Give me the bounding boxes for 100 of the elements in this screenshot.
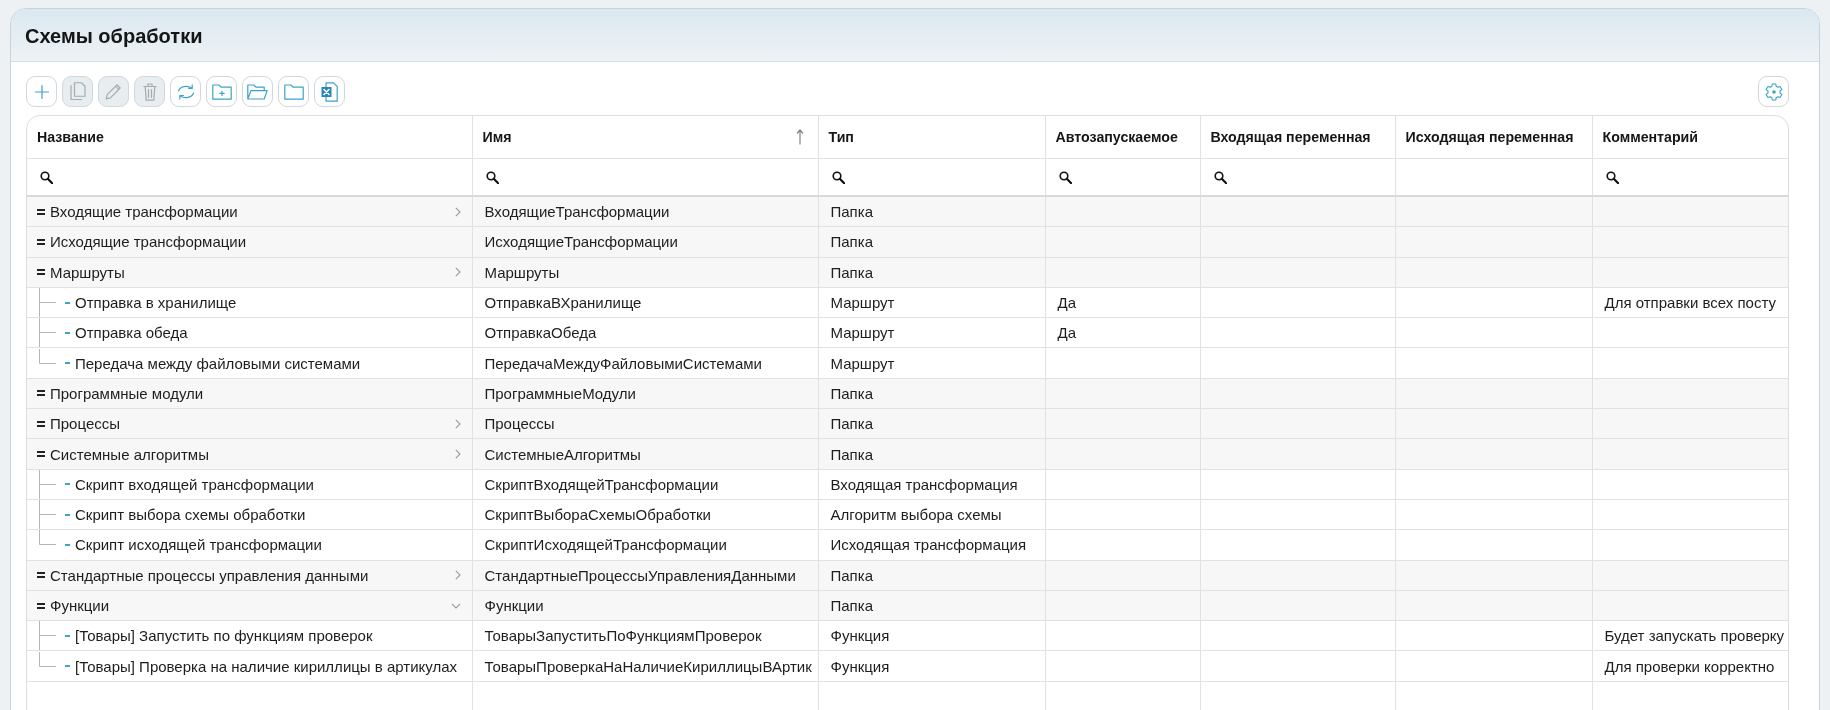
table-row[interactable]: Функции Функции Папка <box>27 590 1788 621</box>
table-cell: Будет запускать проверку <box>1592 620 1788 651</box>
item-title: Скрипт выбора схемы обработки <box>75 506 306 524</box>
tree-connector <box>39 469 57 499</box>
table-cell: ОтправкаОбеда <box>472 317 818 348</box>
item-title: Скрипт исходящей трансформации <box>75 536 322 554</box>
column-header[interactable]: Автозапускаемое <box>1045 116 1200 159</box>
dash-icon <box>65 483 70 486</box>
table-cell: Маршрут <box>818 287 1045 318</box>
table-row[interactable]: [Товары] Запустить по функциям проверок ТоварыЗапуститьПоФункциямПроверок Функция Будет запускать проверку <box>27 620 1788 651</box>
table-row[interactable]: Скрипт выбора схемы обработки СкриптВыбораСхемыОбработки Алгоритм выбора схемы <box>27 499 1788 530</box>
dash-icon <box>65 301 70 304</box>
item-title: Входящие трансформации <box>50 203 238 221</box>
chevron-right-icon[interactable] <box>454 570 461 581</box>
column-header[interactable]: Название <box>27 116 472 159</box>
table-cell: ПрограммныеМодули <box>472 378 818 409</box>
item-title: [Товары] Запустить по функциям проверок <box>75 627 373 645</box>
item-title: [Товары] Проверка на наличие кириллицы в артикулах <box>75 657 458 675</box>
table-row[interactable]: Стандартные процессы управления данными СтандартныеПроцессыУправленияДанными Папка <box>27 560 1788 591</box>
column-header[interactable]: Комментарий <box>1592 116 1788 159</box>
page-title: Схемы обработки <box>25 25 203 48</box>
drag-handle-icon <box>37 208 45 215</box>
table-cell: Функция <box>818 650 1045 682</box>
table-row[interactable]: Скрипт исходящей трансформации СкриптИсходящейТрансформации Исходящая трансформация <box>27 529 1788 561</box>
spreadsheet-icon <box>321 81 338 102</box>
item-title: Исходящие трансформации <box>50 233 247 251</box>
folder-icon <box>283 83 304 100</box>
add-button[interactable] <box>26 76 57 107</box>
table-row[interactable]: Маршруты Маршруты Папка <box>27 257 1788 288</box>
dash-icon <box>65 665 70 668</box>
drag-handle-icon <box>37 420 45 427</box>
folder-plus-icon <box>211 83 232 100</box>
dash-icon <box>65 513 70 516</box>
dash-icon <box>65 331 70 334</box>
column-header[interactable]: Тип <box>818 116 1045 159</box>
chevron-right-icon[interactable] <box>454 449 461 459</box>
settings-button[interactable] <box>1758 76 1789 107</box>
table-cell: Маршруты <box>472 257 818 288</box>
tree-connector <box>39 288 57 318</box>
table-row[interactable]: Передача между файловыми системами ПередачаМеждуФайловымиСистемами Маршрут <box>27 348 1788 379</box>
table-row[interactable]: Входящие трансформации ВходящиеТрансформации Папка <box>27 196 1788 227</box>
chevron-right-icon[interactable] <box>454 206 461 217</box>
dash-icon <box>65 634 70 637</box>
plus-icon <box>33 83 50 100</box>
table-cell: Функции <box>472 590 818 621</box>
drag-handle-icon <box>37 572 45 579</box>
table-cell: Входящая трансформация <box>818 469 1045 500</box>
trash-icon <box>142 82 157 101</box>
table-cell: Функция <box>818 620 1045 651</box>
table-cell: Папка <box>818 438 1045 470</box>
table-row[interactable]: Процессы Процессы Папка <box>27 408 1788 439</box>
item-title: Функции <box>50 597 110 614</box>
table-cell: ПередачаМеждуФайловымиСистемами <box>472 348 818 379</box>
table-cell: ИсходящиеТрансформации <box>472 226 818 258</box>
drag-handle-icon <box>37 451 45 457</box>
chevron-right-icon[interactable] <box>454 267 461 278</box>
search-icon <box>1605 170 1619 184</box>
table-cell: Папка <box>818 257 1045 288</box>
item-title: Программные модули <box>50 384 204 402</box>
table-cell: Для отправки всех посту <box>1592 287 1788 318</box>
search-icon <box>1058 170 1072 184</box>
table-cell: Маршрут <box>818 317 1045 348</box>
item-title: Стандартные процессы управления данными <box>50 566 369 584</box>
table-cell: Папка <box>818 560 1045 591</box>
table-row[interactable]: Системные алгоритмы СистемныеАлгоритмы Папка <box>27 438 1788 470</box>
table-cell: Папка <box>818 196 1045 227</box>
table-row[interactable]: [Товары] Проверка на наличие кириллицы в артикулах ТоварыПроверкаНаНаличиеКириллицыВАртик Функция Для проверки корректно <box>27 650 1788 682</box>
search-icon <box>831 170 845 184</box>
new-folder-button[interactable] <box>206 76 237 107</box>
refresh-icon <box>175 83 196 100</box>
table-cell: Для проверки корректно <box>1592 650 1788 682</box>
drag-handle-icon <box>37 238 45 245</box>
item-title: Процессы <box>50 415 120 433</box>
item-title: Скрипт входящей трансформации <box>75 475 314 493</box>
drag-handle-icon <box>37 602 45 609</box>
table-cell: СистемныеАлгоритмы <box>472 438 818 470</box>
open-folder-button[interactable] <box>242 76 273 107</box>
table-cell: СкриптВыбораСхемыОбработки <box>472 499 818 530</box>
table-cell: Алгоритм выбора схемы <box>818 499 1045 530</box>
table-row[interactable]: Отправка в хранилище ОтправкаВХранилище Маршрут Да Для отправки всех посту <box>27 287 1788 318</box>
column-header[interactable]: Имя <box>472 116 818 159</box>
table-cell: Папка <box>818 226 1045 258</box>
column-header[interactable]: Входящая переменная <box>1200 116 1395 159</box>
table-row[interactable]: Отправка обеда ОтправкаОбеда Маршрут Да <box>27 317 1788 348</box>
column-header[interactable]: Исходящая переменная <box>1395 116 1592 159</box>
export-button[interactable] <box>314 76 345 107</box>
copy-icon <box>69 82 86 101</box>
table-cell: Да <box>1045 287 1200 318</box>
folder-button[interactable] <box>278 76 309 107</box>
table-row[interactable]: Программные модули ПрограммныеМодули Папка <box>27 378 1788 409</box>
table-cell: Маршрут <box>818 348 1045 379</box>
pencil-icon <box>105 83 122 100</box>
refresh-button[interactable] <box>170 76 201 107</box>
chevron-down-icon[interactable] <box>450 602 461 609</box>
chevron-right-icon[interactable] <box>454 418 461 429</box>
table-cell: СтандартныеПроцессыУправленияДанными <box>472 560 818 591</box>
dash-icon <box>65 362 70 365</box>
table-row[interactable]: Скрипт входящей трансформации СкриптВходящейТрансформации Входящая трансформация <box>27 469 1788 500</box>
item-title: Отправка в хранилище <box>75 294 237 312</box>
table-row[interactable]: Исходящие трансформации ИсходящиеТрансформации Папка <box>27 226 1788 258</box>
